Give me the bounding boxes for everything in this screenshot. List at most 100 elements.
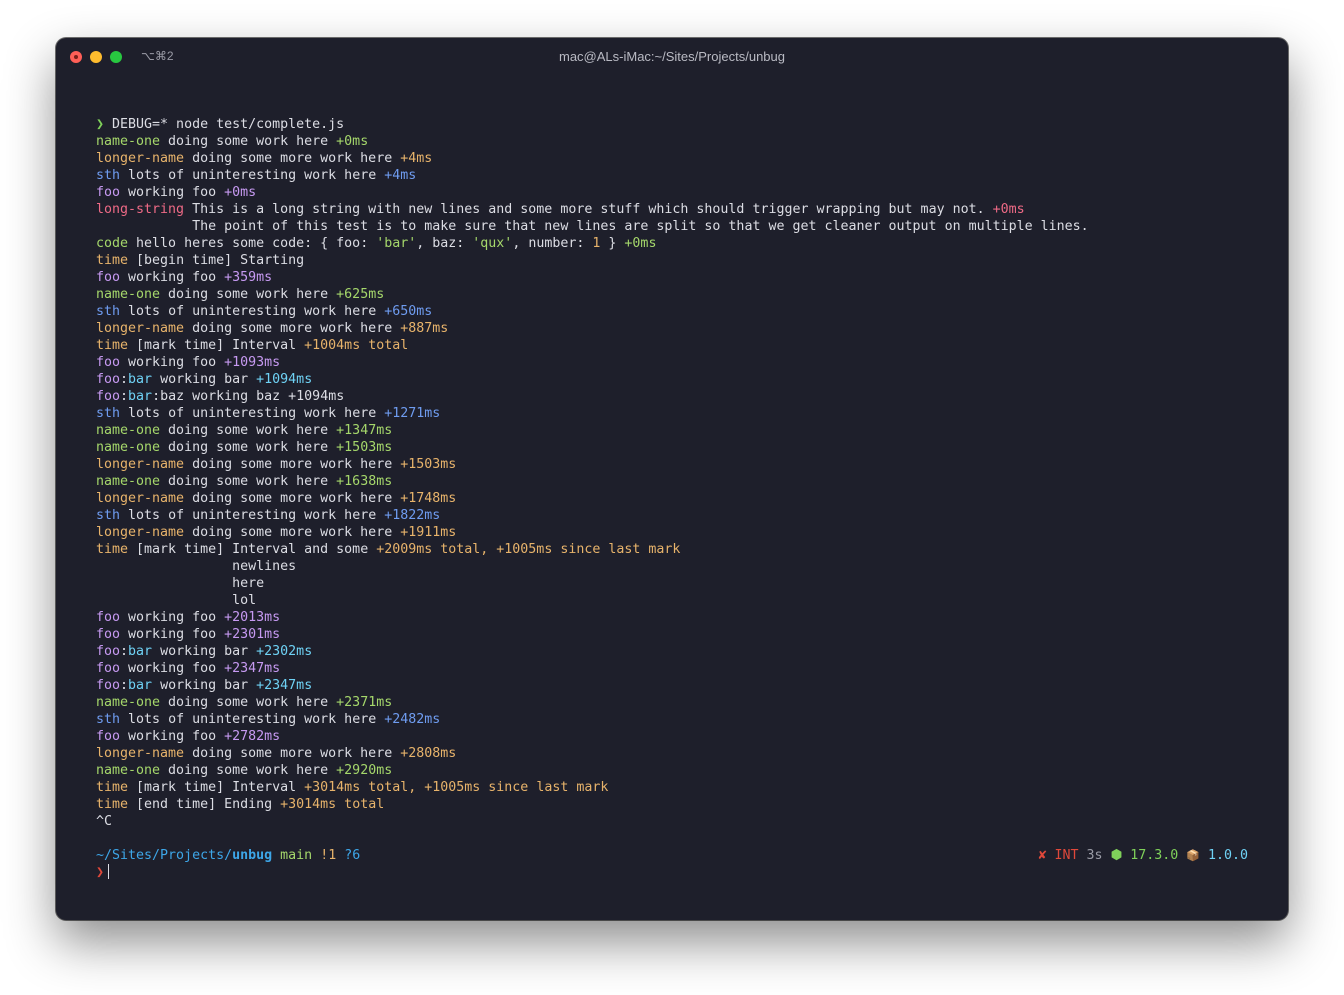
log-line: long-string This is a long string with n… bbox=[96, 201, 1256, 218]
right-prompt-status: ✘ INT 3s ⬢ 17.3.0 📦 1.0.0 bbox=[1038, 847, 1248, 864]
log-segment: bar bbox=[128, 678, 153, 693]
prompt-status-line: ~/Sites/Projects/unbug main !1 ?6 ✘ INT … bbox=[96, 847, 1256, 864]
log-line: sth lots of uninteresting work here +4ms bbox=[96, 167, 1256, 184]
log-segment: +1004ms total bbox=[304, 338, 409, 353]
log-segment: +1503ms bbox=[336, 440, 393, 455]
log-segment: foo bbox=[96, 678, 121, 693]
log-segment: working bar bbox=[152, 644, 257, 659]
cwd-path-prefix: ~/Sites/Projects/ bbox=[96, 848, 233, 863]
log-segment: foo bbox=[96, 661, 121, 676]
log-segment: +650ms bbox=[384, 304, 433, 319]
log-segment: +0ms bbox=[336, 134, 369, 149]
log-segment: doing some work here bbox=[160, 474, 337, 489]
log-segment: doing some more work here bbox=[184, 491, 401, 506]
log-segment: +1093ms bbox=[224, 355, 281, 370]
log-line: longer-name doing some more work here +1… bbox=[96, 524, 1256, 541]
log-segment: foo bbox=[96, 610, 121, 625]
log-segment: foo bbox=[96, 627, 121, 642]
log-segment: working foo bbox=[120, 627, 225, 642]
log-segment: time bbox=[96, 542, 129, 557]
log-segment: sth bbox=[96, 712, 121, 727]
log-segment: +4ms bbox=[384, 168, 417, 183]
log-segment: +0ms bbox=[992, 202, 1025, 217]
log-segment: longer-name bbox=[96, 525, 185, 540]
log-line: sth lots of uninteresting work here +182… bbox=[96, 507, 1256, 524]
cwd-path: ~/Sites/Projects/unbug bbox=[96, 848, 272, 863]
log-line: name-one doing some work here +2920ms bbox=[96, 762, 1256, 779]
log-segment: The point of this test is to make sure t… bbox=[96, 219, 1089, 234]
log-line: foo working foo +0ms bbox=[96, 184, 1256, 201]
log-segment: foo bbox=[96, 372, 121, 387]
log-segment: +2347ms bbox=[224, 661, 281, 676]
log-segment: +3014ms total, +1005ms since last mark bbox=[304, 780, 609, 795]
input-chevron-icon: ❯ bbox=[96, 865, 105, 880]
log-line: foo:bar working bar +2302ms bbox=[96, 643, 1256, 660]
log-segment: +2371ms bbox=[336, 695, 393, 710]
log-segment: +2009ms total, +1005ms since last mark bbox=[376, 542, 681, 557]
cwd-path-current: unbug bbox=[232, 848, 273, 863]
log-segment: +2302ms bbox=[256, 644, 313, 659]
log-segment: +2347ms bbox=[256, 678, 313, 693]
log-segment: foo bbox=[96, 729, 121, 744]
log-segment: lots of uninteresting work here bbox=[120, 304, 385, 319]
log-segment: here bbox=[96, 576, 265, 591]
log-line: name-one doing some work here +1503ms bbox=[96, 439, 1256, 456]
log-segment: +2920ms bbox=[336, 763, 393, 778]
log-segment: doing some more work here bbox=[184, 457, 401, 472]
log-segment: +1638ms bbox=[336, 474, 393, 489]
log-segment: +1822ms bbox=[384, 508, 441, 523]
log-segment: working bar bbox=[152, 678, 257, 693]
input-line[interactable]: ❯ bbox=[96, 864, 1256, 881]
git-branch: main bbox=[280, 848, 313, 863]
log-segment: longer-name bbox=[96, 321, 185, 336]
log-segment: [end time] Ending bbox=[128, 797, 281, 812]
log-segment: +1911ms bbox=[400, 525, 457, 540]
log-line: foo working foo +2301ms bbox=[96, 626, 1256, 643]
log-lines: ❯ DEBUG=* node test/complete.js name-one … bbox=[96, 116, 1256, 830]
log-segment: This is a long string with new lines and… bbox=[184, 202, 993, 217]
terminal-output[interactable]: ❯ DEBUG=* node test/complete.js name-one … bbox=[96, 116, 1256, 881]
node-version: 17.3.0 bbox=[1130, 848, 1179, 863]
log-segment: doing some work here bbox=[160, 423, 337, 438]
log-line: foo:bar working bar +1094ms bbox=[96, 371, 1256, 388]
window-title: mac@ALs-iMac:~/Sites/Projects/unbug bbox=[559, 49, 785, 64]
log-segment: sth bbox=[96, 406, 121, 421]
log-line: foo:bar:baz working baz +1094ms bbox=[96, 388, 1256, 405]
git-modified-count: !1 bbox=[320, 848, 337, 863]
log-segment: +3014ms total bbox=[280, 797, 385, 812]
log-segment: : bbox=[120, 644, 129, 659]
log-line: foo working foo +2013ms bbox=[96, 609, 1256, 626]
log-segment: working foo bbox=[120, 610, 225, 625]
log-segment: +4ms bbox=[400, 151, 433, 166]
log-segment: +2301ms bbox=[224, 627, 281, 642]
package-version: 1.0.0 bbox=[1207, 848, 1248, 863]
log-segment: doing some more work here bbox=[184, 151, 401, 166]
log-segment: : bbox=[120, 678, 129, 693]
log-segment: name-one bbox=[96, 134, 161, 149]
log-segment: working foo bbox=[120, 270, 225, 285]
log-segment: lots of uninteresting work here bbox=[120, 712, 385, 727]
log-segment: +2808ms bbox=[400, 746, 457, 761]
log-segment: } bbox=[600, 236, 625, 251]
log-line: longer-name doing some more work here +4… bbox=[96, 150, 1256, 167]
log-segment: longer-name bbox=[96, 457, 185, 472]
log-segment: working foo bbox=[120, 661, 225, 676]
log-segment: , baz: bbox=[416, 236, 473, 251]
log-segment: longer-name bbox=[96, 151, 185, 166]
log-segment: doing some work here bbox=[160, 287, 337, 302]
log-line: sth lots of uninteresting work here +650… bbox=[96, 303, 1256, 320]
log-segment: name-one bbox=[96, 440, 161, 455]
log-line: time [begin time] Starting bbox=[96, 252, 1256, 269]
log-segment: time bbox=[96, 780, 129, 795]
log-segment: +2013ms bbox=[224, 610, 281, 625]
log-segment: sth bbox=[96, 168, 121, 183]
log-line: longer-name doing some more work here +1… bbox=[96, 490, 1256, 507]
log-segment: doing some more work here bbox=[184, 321, 401, 336]
text-cursor bbox=[108, 864, 110, 879]
log-segment: time bbox=[96, 338, 129, 353]
log-line: foo working foo +2782ms bbox=[96, 728, 1256, 745]
log-line: ^C bbox=[96, 813, 1256, 830]
log-segment: time bbox=[96, 253, 129, 268]
log-segment: doing some work here bbox=[160, 695, 337, 710]
